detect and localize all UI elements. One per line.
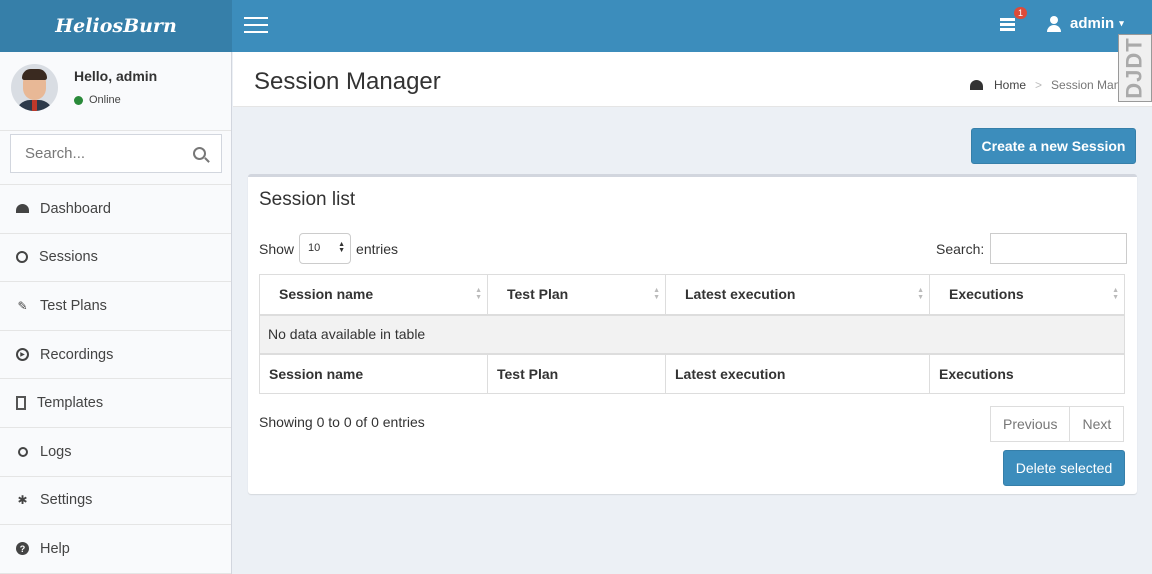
breadcrumb: Home > Session Manag — [970, 78, 1134, 92]
delete-selected-button[interactable]: Delete selected — [1003, 450, 1125, 486]
notification-badge: 1 — [1014, 7, 1028, 19]
pagination: Previous Next — [990, 406, 1125, 442]
sidebar-item-recordings[interactable]: ▶ Recordings — [0, 331, 231, 380]
show-label: Show — [259, 240, 295, 257]
sidebar-item-templates[interactable]: Templates — [0, 379, 231, 428]
pencil-icon: ✎ — [17, 298, 28, 313]
sort-icon: ▲ ▼ — [475, 287, 482, 301]
sort-icon: ▲ ▼ — [1112, 287, 1119, 301]
box-title: Session list — [259, 189, 356, 210]
column-header-session-name[interactable]: Session name ▲ ▼ — [259, 274, 488, 316]
sidebar-item-label: Test Plans — [40, 297, 107, 314]
footer-session-name: Session name — [259, 352, 488, 394]
breadcrumb-home[interactable]: Home — [994, 78, 1026, 92]
table-search: Search: — [936, 233, 1128, 264]
search-icon[interactable] — [193, 147, 206, 160]
footer-executions: Executions — [929, 352, 1125, 394]
caret-down-icon: ▾ — [1119, 18, 1124, 28]
empty-message: No data available in table — [259, 314, 1125, 354]
page-size-select[interactable]: 10 ▲ ▼ — [299, 233, 352, 264]
sidebar-item-label: Recordings — [40, 346, 114, 363]
debug-toolbar-handle[interactable]: DJDT — [1118, 34, 1152, 102]
sidebar-item-label: Templates — [37, 395, 104, 412]
page-title: Session Manager — [254, 68, 441, 95]
sidebar-item-label: Sessions — [39, 249, 98, 266]
sidebar-item-label: Help — [40, 540, 70, 557]
avatar — [11, 64, 58, 111]
sidebar-item-label: Settings — [40, 492, 93, 509]
sidebar-item-test-plans[interactable]: ✎ Test Plans — [0, 282, 231, 331]
entries-label: entries — [356, 240, 399, 257]
search-icon — [16, 445, 29, 458]
dashboard-icon — [970, 80, 983, 90]
gear-icon: ✱ — [17, 493, 28, 508]
sidebar-item-dashboard[interactable]: Dashboard — [0, 185, 231, 234]
sidebar-item-label: Logs — [40, 443, 72, 460]
table-search-input[interactable] — [990, 233, 1128, 264]
dashboard-icon — [16, 202, 29, 215]
top-navbar: 1 admin ▾ — [232, 0, 1152, 52]
column-header-latest-execution[interactable]: Latest execution ▲ ▼ — [665, 274, 930, 316]
table-search-label: Search: — [936, 240, 985, 257]
sidebar-search — [10, 134, 222, 173]
select-arrows-icon: ▲ ▼ — [338, 241, 346, 254]
online-dot-icon — [74, 95, 83, 105]
user-menu[interactable]: admin ▾ — [1046, 15, 1124, 32]
sidebar-menu: Dashboard Sessions ✎ Test Plans ▶ Record… — [0, 184, 231, 574]
content-header: Session Manager Home > Session Manag — [233, 52, 1152, 107]
sidebar-toggle-icon[interactable] — [244, 17, 268, 35]
session-list-box: Session list Show 10 ▲ ▼ entries Search: … — [248, 174, 1137, 494]
page-size-control: Show 10 ▲ ▼ entries — [259, 233, 398, 264]
column-header-test-plan[interactable]: Test Plan ▲ ▼ — [487, 274, 666, 316]
footer-test-plan: Test Plan — [487, 352, 666, 394]
next-button[interactable]: Next — [1070, 406, 1125, 442]
sidebar-item-label: Dashboard — [40, 200, 111, 217]
greeting: Hello, admin — [74, 68, 158, 84]
table-info: Showing 0 to 0 of 0 entries — [259, 414, 425, 430]
sort-icon: ▲ ▼ — [653, 287, 660, 301]
sidebar-item-sessions[interactable]: Sessions — [0, 234, 231, 283]
question-circle-icon: ? — [16, 542, 29, 556]
sort-icon: ▲ ▼ — [917, 287, 924, 301]
online-status: Online — [74, 94, 121, 106]
sidebar-item-settings[interactable]: ✱ Settings — [0, 477, 231, 526]
debug-toolbar-label: DJDT — [1122, 37, 1148, 99]
clock-icon — [16, 251, 28, 264]
status-label: Online — [89, 94, 121, 106]
user-icon — [1046, 15, 1062, 32]
user-menu-label: admin — [1070, 15, 1115, 32]
document-icon — [16, 396, 26, 411]
sidebar: Hello, admin Online Dashboard Sessions ✎… — [0, 52, 232, 574]
user-panel: Hello, admin Online — [0, 52, 231, 131]
app-logo[interactable]: HeliosBurn — [0, 0, 232, 52]
session-table: Session name ▲ ▼ Test Plan ▲ ▼ Latest execut… — [259, 274, 1125, 394]
sidebar-search-input[interactable] — [11, 135, 181, 172]
sidebar-item-help[interactable]: ? Help — [0, 525, 231, 574]
page-size-value: 10 — [308, 242, 321, 254]
breadcrumb-separator: > — [1035, 78, 1043, 92]
notifications-icon[interactable]: 1 — [1000, 7, 1028, 36]
create-session-button[interactable]: Create a new Session — [971, 128, 1136, 164]
footer-latest-execution: Latest execution — [665, 352, 930, 394]
play-circle-icon: ▶ — [16, 348, 29, 362]
sidebar-item-logs[interactable]: Logs — [0, 428, 231, 477]
table-row: No data available in table — [259, 314, 1125, 354]
column-header-executions[interactable]: Executions ▲ ▼ — [929, 274, 1125, 316]
previous-button[interactable]: Previous — [990, 406, 1071, 442]
